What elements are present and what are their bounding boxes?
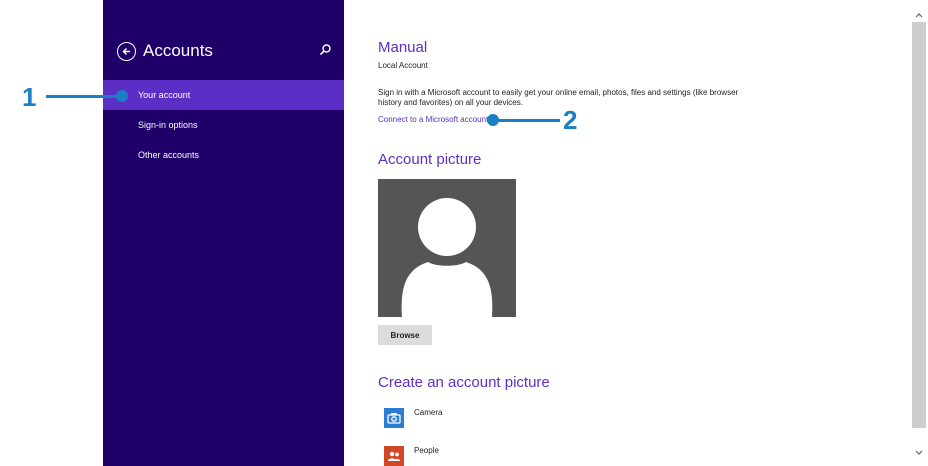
nav-item-label: Your account [138,90,191,100]
scrollbar-thumb[interactable] [912,22,926,428]
people-label: People [414,446,439,455]
nav-item-label: Sign-in options [138,120,198,130]
account-picture-heading: Account picture [378,151,482,168]
callout-dot-1 [116,90,128,102]
camera-label: Camera [414,408,443,417]
account-picture [378,179,516,317]
nav-item-sign-in-options[interactable]: Sign-in options [103,110,344,140]
connect-microsoft-account-link[interactable]: Connect to a Microsoft account [378,115,488,124]
people-app-item[interactable]: People [384,446,439,466]
sidebar-header: Accounts [117,38,332,64]
people-icon [384,446,404,466]
search-icon[interactable] [318,43,332,57]
account-type: Local Account [378,61,428,70]
camera-icon [384,408,404,428]
camera-app-item[interactable]: Camera [384,408,442,428]
nav-item-label: Other accounts [138,150,200,160]
callout-line-2 [493,119,560,122]
create-picture-heading: Create an account picture [378,374,550,391]
callout-number-1: 1 [22,82,37,112]
browse-button[interactable]: Browse [378,325,432,345]
settings-sidebar: Accounts Your account Sign-in options Ot… [103,0,344,466]
account-main: Manual Local Account Sign in with a Micr… [378,0,878,466]
callout-number-2: 2 [563,105,578,135]
nav-item-other-accounts[interactable]: Other accounts [103,140,344,170]
account-name: Manual [378,39,428,56]
nav-list: Your account Sign-in options Other accou… [103,80,344,170]
back-arrow-icon[interactable] [117,41,136,61]
nav-item-your-account[interactable]: Your account [103,80,344,110]
callout-line-1 [46,95,120,98]
sidebar-title: Accounts [143,41,213,60]
scroll-down-chevron-icon[interactable] [914,448,924,458]
scroll-up-chevron-icon[interactable] [914,10,924,20]
default-user-silhouette-icon [401,198,493,317]
